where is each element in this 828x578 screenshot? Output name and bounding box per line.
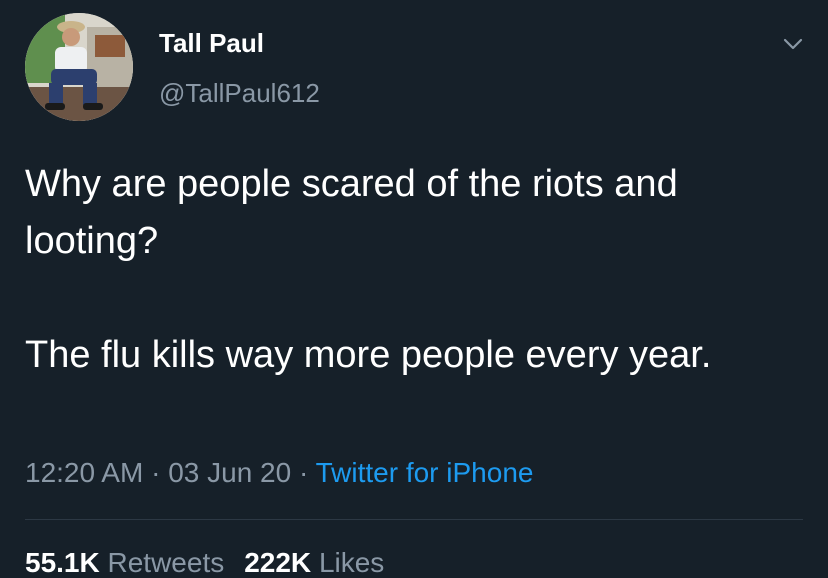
meta-separator: · bbox=[298, 457, 309, 488]
profile-photo-icon bbox=[25, 13, 133, 121]
tweet-source-link[interactable]: Twitter for iPhone bbox=[316, 457, 534, 488]
author-display-name[interactable]: Tall Paul bbox=[159, 28, 264, 59]
divider bbox=[25, 519, 803, 520]
author-handle[interactable]: @TallPaul612 bbox=[159, 78, 320, 109]
tweet-card: Tall Paul @TallPaul612 Why are people sc… bbox=[0, 0, 828, 578]
tweet-paragraph: The flu kills way more people every year… bbox=[25, 334, 712, 376]
likes-stat[interactable]: 222K Likes bbox=[244, 547, 384, 578]
likes-label: Likes bbox=[318, 547, 385, 578]
tweet-paragraph: Why are people scared of the riots and l… bbox=[25, 163, 678, 262]
chevron-down-icon[interactable] bbox=[780, 31, 806, 57]
tweet-time[interactable]: 12:20 AM bbox=[25, 457, 143, 488]
tweet-date[interactable]: 03 Jun 20 bbox=[168, 457, 291, 488]
retweets-label: Retweets bbox=[107, 547, 225, 578]
likes-count: 222K bbox=[244, 547, 312, 578]
retweets-count: 55.1K bbox=[25, 547, 100, 578]
retweets-stat[interactable]: 55.1K Retweets bbox=[25, 547, 224, 578]
tweet-stats: 55.1K Retweets 222K Likes bbox=[25, 547, 384, 578]
meta-separator: · bbox=[151, 457, 161, 488]
tweet-meta: 12:20 AM · 03 Jun 20 · Twitter for iPhon… bbox=[25, 457, 533, 489]
tweet-text: Why are people scared of the riots and l… bbox=[25, 156, 805, 384]
avatar[interactable] bbox=[25, 13, 133, 121]
